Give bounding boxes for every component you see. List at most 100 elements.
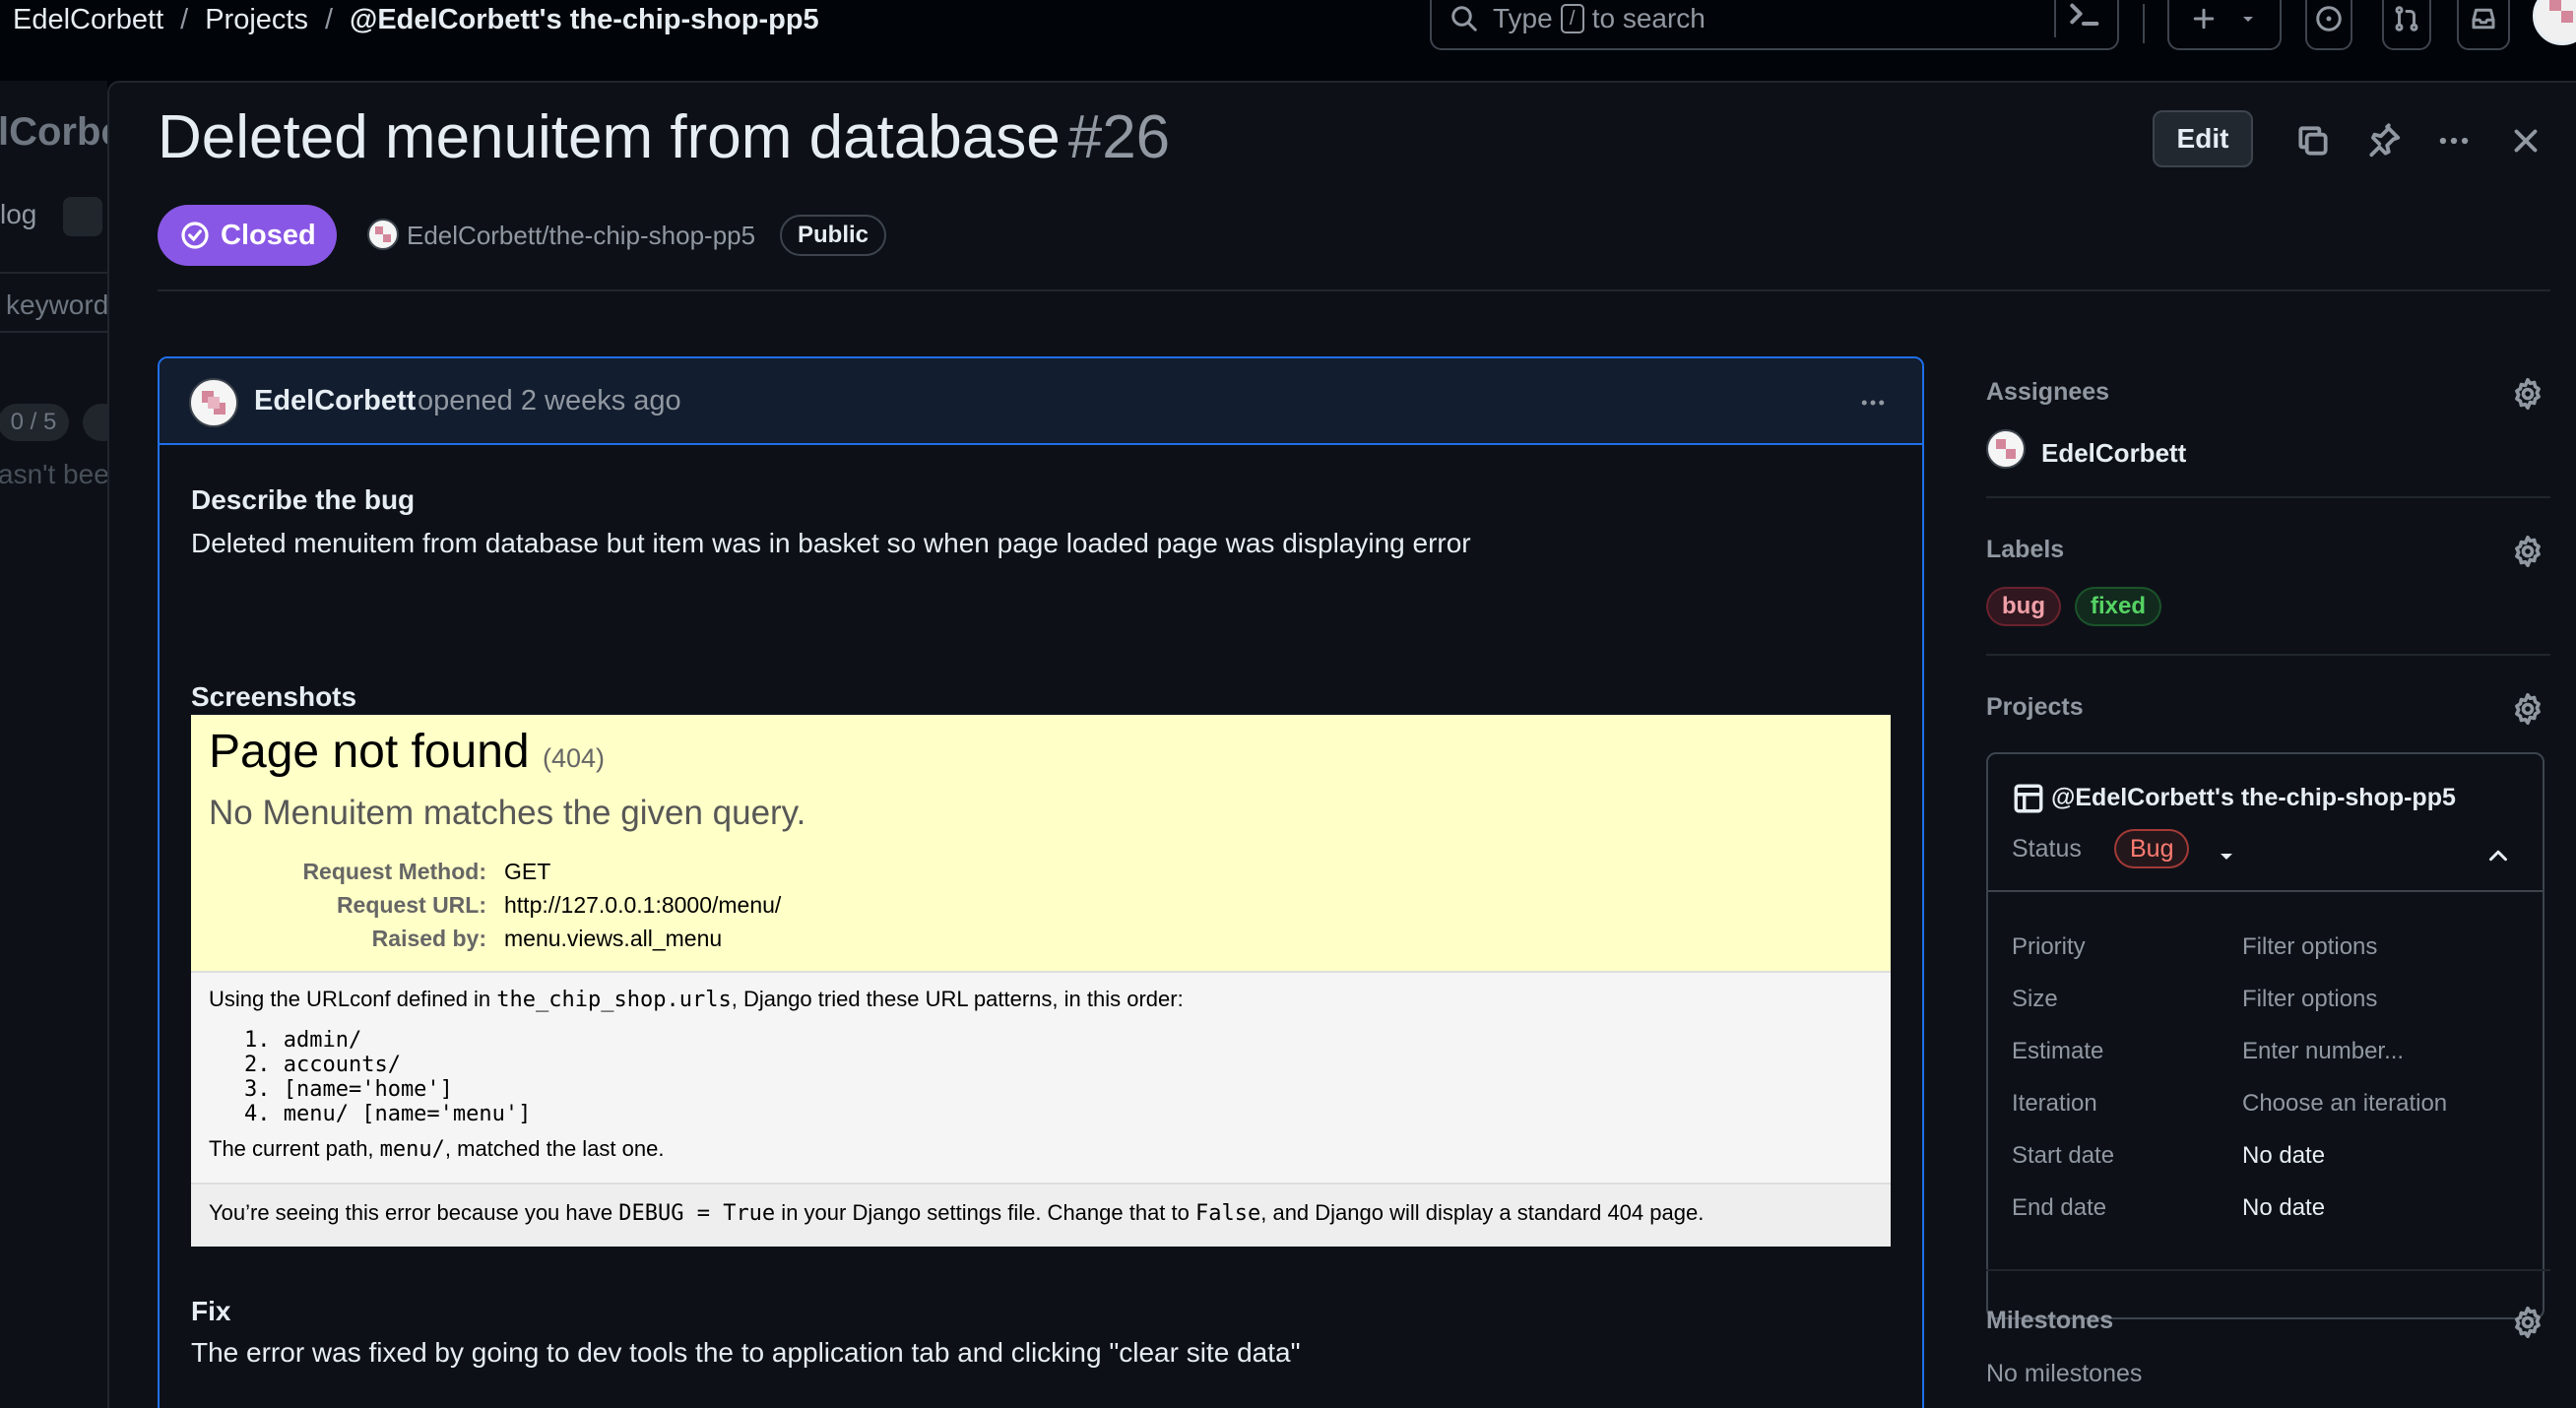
project-board-background: lCorbe log keyword 0 / 5 asn't bee xyxy=(0,81,107,1408)
current-pre: The current path, xyxy=(209,1136,380,1161)
table-icon xyxy=(2014,784,2043,813)
request-meta-keys: Request Method: Request URL: Raised by: xyxy=(191,855,486,955)
breadcrumb-project[interactable]: @EdelCorbett's the-chip-shop-pp5 xyxy=(350,4,819,36)
sidebar-divider xyxy=(1986,1269,2550,1271)
gear-icon[interactable] xyxy=(2510,691,2545,727)
divider xyxy=(0,272,107,274)
error-title-text: Page not found xyxy=(209,726,530,778)
gear-icon[interactable] xyxy=(2510,1305,2545,1340)
close-icon[interactable] xyxy=(2507,122,2544,160)
request-url-value: http://127.0.0.1:8000/menu/ xyxy=(504,892,782,918)
assignee-avatar[interactable] xyxy=(1986,429,2026,469)
terminal-icon[interactable] xyxy=(2064,0,2103,33)
project-card: @EdelCorbett's the-chip-shop-pp5 Status … xyxy=(1986,752,2544,1319)
screenshots-heading: Screenshots xyxy=(191,681,357,712)
gear-icon[interactable] xyxy=(2510,376,2545,412)
pull-request-icon xyxy=(2395,5,2418,32)
create-new-button[interactable] xyxy=(2167,0,2282,50)
issue-side-panel: Deleted menuitem from database #26 Edit C… xyxy=(107,81,2576,1408)
chevron-down-icon[interactable] xyxy=(2215,845,2238,868)
project-card-header: @EdelCorbett's the-chip-shop-pp5 Status … xyxy=(1988,754,2543,892)
error-screenshot[interactable]: Page not found (404) No Menuitem matches… xyxy=(191,715,1891,1247)
assignee-name[interactable]: EdelCorbett xyxy=(2041,438,2186,469)
field-value-end-date[interactable]: No date xyxy=(2242,1194,2325,1222)
debug-notice-text: You’re seeing this error because you hav… xyxy=(209,1200,1704,1226)
describe-text: Deleted menuitem from database but item … xyxy=(191,528,1471,558)
inbox-button[interactable] xyxy=(2457,0,2510,50)
comment-header: EdelCorbett opened 2 weeks ago xyxy=(160,358,1922,445)
kebab-icon[interactable] xyxy=(1853,388,1893,417)
header-divider xyxy=(158,289,2550,291)
error-subtitle: No Menuitem matches the given query. xyxy=(209,794,806,832)
field-value-priority[interactable]: Filter options xyxy=(2242,933,2377,961)
projects-heading: Projects xyxy=(1986,693,2084,721)
status-field-value: Bug xyxy=(2114,829,2190,868)
search-prefix: Type xyxy=(1493,2,1553,33)
kebab-icon[interactable] xyxy=(2434,122,2474,160)
issue-icon xyxy=(2316,5,2342,32)
debug-notice: You’re seeing this error because you hav… xyxy=(191,1183,1891,1247)
debug-code: DEBUG = True xyxy=(618,1201,776,1226)
repo-link[interactable]: EdelCorbett/the-chip-shop-pp5 xyxy=(407,221,755,251)
current-post: , matched the last one. xyxy=(444,1136,665,1161)
author-avatar[interactable] xyxy=(189,378,238,427)
search-input[interactable]: Type / to search xyxy=(1430,0,2119,50)
debug-code2: False xyxy=(1195,1201,1261,1226)
raised-by-key: Raised by: xyxy=(371,926,486,951)
gear-icon[interactable] xyxy=(2510,534,2545,569)
comment-author[interactable]: EdelCorbett xyxy=(254,385,416,417)
field-value-size[interactable]: Filter options xyxy=(2242,986,2377,1013)
label-fixed[interactable]: fixed xyxy=(2075,587,2162,626)
breadcrumb-owner[interactable]: EdelCorbett xyxy=(13,4,163,36)
visibility-badge: Public xyxy=(780,215,887,256)
project-name[interactable]: @EdelCorbett's the-chip-shop-pp5 xyxy=(2051,784,2456,812)
user-avatar[interactable] xyxy=(2533,0,2576,45)
field-value-iteration[interactable]: Choose an iteration xyxy=(2242,1090,2447,1118)
check-circle-icon xyxy=(181,222,209,249)
board-view-tab[interactable]: log xyxy=(0,199,36,230)
issues-button[interactable] xyxy=(2305,0,2352,50)
error-code: (404) xyxy=(542,743,605,773)
fix-text: The error was fixed by going to dev tool… xyxy=(191,1337,1301,1368)
issue-number: #26 xyxy=(1067,103,1171,171)
sidebar-divider xyxy=(1986,496,2550,498)
comment-timestamp: opened 2 weeks ago xyxy=(418,385,681,416)
sidebar-divider xyxy=(1986,654,2550,656)
edit-button[interactable]: Edit xyxy=(2153,110,2253,167)
request-meta-values: GET http://127.0.0.1:8000/menu/ menu.vie… xyxy=(504,855,781,955)
urlconf-post: , Django tried these URL patterns, in th… xyxy=(731,987,1184,1011)
field-label-estimate: Estimate xyxy=(2012,1038,2104,1064)
error-summary: Page not found (404) No Menuitem matches… xyxy=(191,715,1891,973)
column-empty-text: asn't bee xyxy=(0,459,107,489)
pin-icon[interactable] xyxy=(2365,122,2403,160)
debug-post: , and Django will display a standard 404… xyxy=(1260,1200,1705,1225)
divider xyxy=(0,331,107,333)
pull-requests-button[interactable] xyxy=(2382,0,2431,50)
field-label-start-date: Start date xyxy=(2012,1142,2115,1169)
breadcrumb: EdelCorbett / Projects / @EdelCorbett's … xyxy=(13,4,819,36)
field-value-estimate[interactable]: Enter number... xyxy=(2242,1038,2404,1065)
search-divider xyxy=(2054,0,2056,37)
copy-icon[interactable] xyxy=(2294,122,2332,160)
assignees-heading: Assignees xyxy=(1986,378,2110,406)
filter-input[interactable]: keyword xyxy=(6,289,107,321)
status-badge: Closed xyxy=(158,205,337,266)
inbox-icon xyxy=(2472,8,2495,29)
status-field-label: Status xyxy=(2012,835,2082,863)
view-dropdown-button[interactable] xyxy=(63,197,102,236)
toolbar-divider xyxy=(2143,4,2145,43)
field-label-iteration: Iteration xyxy=(2012,1090,2097,1117)
field-value-start-date[interactable]: No date xyxy=(2242,1142,2325,1170)
label-bug[interactable]: bug xyxy=(1986,587,2061,626)
breadcrumb-projects[interactable]: Projects xyxy=(205,4,308,36)
describe-heading: Describe the bug xyxy=(191,484,416,515)
column-badge xyxy=(83,404,107,441)
field-label-end-date: End date xyxy=(2012,1194,2107,1221)
plus-icon xyxy=(2193,8,2215,29)
error-title: Page not found (404) xyxy=(209,725,605,779)
chevron-up-icon[interactable] xyxy=(2483,841,2513,870)
chevron-down-icon xyxy=(2243,16,2253,22)
milestones-value: No milestones xyxy=(1986,1360,2143,1387)
issue-title-text: Deleted menuitem from database xyxy=(158,103,1061,171)
search-icon xyxy=(1451,5,1477,32)
